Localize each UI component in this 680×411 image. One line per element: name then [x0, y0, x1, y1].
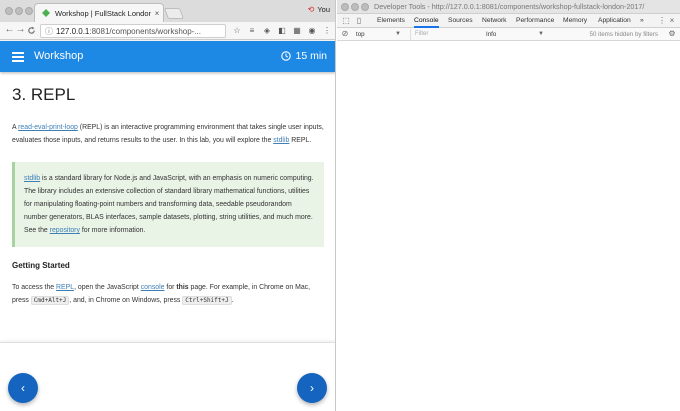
context-value: top — [356, 31, 365, 38]
devtools-titlebar: Developer Tools - http://127.0.0.1:8081/… — [337, 0, 680, 14]
hidden-items-count: 50 items hidden by filters — [589, 31, 658, 38]
access-paragraph: To access the REPL, open the JavaScript … — [12, 284, 311, 305]
reload-button[interactable] — [26, 24, 37, 38]
tab-application[interactable]: Application — [598, 14, 631, 28]
tab-strip: Workshop | FullStack London × ⟲ You — [0, 0, 335, 22]
tab-title: Workshop | FullStack London — [55, 8, 151, 18]
devtools-close-icon[interactable]: × — [667, 16, 677, 26]
page-title: 3. REPL — [12, 85, 76, 104]
tab-close-icon[interactable]: × — [151, 9, 163, 18]
clear-console-icon[interactable]: ⊘ — [340, 29, 350, 39]
previous-button[interactable]: ‹ — [8, 373, 38, 403]
footer-area — [0, 342, 335, 411]
screen: Workshop | FullStack London × ⟲ You ← → … — [0, 0, 680, 411]
timer-text: 15 min — [295, 50, 327, 62]
stdlib-link[interactable]: stdlib — [273, 137, 289, 144]
new-tab-button[interactable] — [163, 8, 185, 19]
repl-access-link[interactable]: REPL — [56, 284, 74, 291]
level-chevron-down-icon: ▼ — [538, 31, 544, 37]
address-bar[interactable]: ⓘ 127.0.0.1:8081/components/workshop-... — [40, 24, 226, 38]
maximize-window-button[interactable] — [25, 7, 33, 15]
timer: 15 min — [281, 50, 327, 62]
minimize-window-button[interactable] — [15, 7, 23, 15]
getting-started-heading: Getting Started — [12, 261, 70, 270]
back-button[interactable]: ← — [4, 24, 15, 35]
inspect-element-icon[interactable]: ⬚ — [341, 16, 351, 26]
stack-extension-icon[interactable]: ≡ — [247, 26, 257, 36]
hamburger-menu-icon[interactable] — [12, 52, 24, 62]
menu-dots-icon[interactable]: ⋮ — [322, 26, 332, 36]
url-text: 127.0.0.1:8081/components/workshop-... — [56, 26, 201, 36]
browser-window: Workshop | FullStack London × ⟲ You ← → … — [0, 0, 336, 411]
profile-name: You — [317, 5, 330, 14]
repository-link[interactable]: repository — [50, 227, 80, 234]
console-output[interactable] — [337, 41, 680, 411]
info-icon: ⓘ — [45, 26, 53, 36]
devtools-title: Developer Tools - http://127.0.0.1:8081/… — [374, 2, 645, 11]
app-header: Workshop 15 min — [0, 41, 335, 72]
callout-text: stdlib is a standard library for Node.js… — [24, 175, 314, 234]
profile-icon: ⟲ — [307, 5, 315, 14]
tab-console[interactable]: Console — [414, 14, 439, 28]
grid-extension-icon[interactable]: ▦ — [292, 26, 302, 36]
mac-shortcut: Cmd+Alt+J — [30, 296, 70, 305]
clock-icon — [281, 51, 292, 61]
intro-paragraph: A read-eval-print-loop (REPL) is an inte… — [12, 124, 324, 144]
lesson-content: 3. REPL A read-eval-print-loop (REPL) is… — [0, 72, 335, 342]
devtools-close-button[interactable] — [341, 3, 349, 11]
more-tabs-button[interactable]: » — [640, 14, 644, 28]
windows-shortcut: Ctrl+Shift+J — [182, 296, 232, 305]
devtools-tabbar: ⬚ ▯ Elements Console Sources Network Per… — [337, 14, 680, 28]
next-button[interactable]: › — [297, 373, 327, 403]
tab-memory[interactable]: Memory — [563, 14, 587, 28]
devtools-maximize-button[interactable] — [361, 3, 369, 11]
devtools-minimize-button[interactable] — [351, 3, 359, 11]
forward-button[interactable]: → — [15, 24, 26, 35]
tab-elements[interactable]: Elements — [377, 14, 405, 28]
device-toolbar-icon[interactable]: ▯ — [354, 16, 364, 26]
console-link[interactable]: console — [141, 284, 165, 291]
log-level-value: Info — [486, 31, 497, 38]
app-title: Workshop — [34, 50, 84, 62]
stdlib-callout: stdlib is a standard library for Node.js… — [12, 162, 324, 247]
browser-tab[interactable]: Workshop | FullStack London × — [34, 3, 164, 22]
console-filter-input[interactable]: Filter — [410, 29, 484, 40]
callout-stdlib-link[interactable]: stdlib — [24, 175, 40, 182]
reload-icon — [28, 26, 35, 34]
tab-performance[interactable]: Performance — [516, 14, 554, 28]
shield-extension-icon[interactable]: ◈ — [262, 26, 272, 36]
favicon-icon — [42, 9, 50, 17]
context-select[interactable]: top ▼ — [356, 30, 418, 39]
bookmark-star-icon[interactable]: ☆ — [232, 26, 242, 36]
tab-sources[interactable]: Sources — [448, 14, 473, 28]
browser-toolbar: ← → ⓘ 127.0.0.1:8081/components/workshop… — [0, 22, 335, 40]
profile-button[interactable]: ⟲ You — [308, 5, 330, 14]
console-settings-gear-icon[interactable]: ⚙ — [667, 29, 677, 39]
devtools-menu-icon[interactable]: ⋮ — [657, 16, 667, 26]
puzzle-extension-icon[interactable]: ◧ — [277, 26, 287, 36]
repl-link[interactable]: read-eval-print-loop — [18, 124, 78, 131]
close-window-button[interactable] — [5, 7, 13, 15]
console-toolbar: ⊘ top ▼ Filter Info ▼ 50 items hidden by… — [337, 28, 680, 41]
chevron-down-icon: ▼ — [395, 31, 401, 37]
pocket-extension-icon[interactable]: ◉ — [307, 26, 317, 36]
tab-network[interactable]: Network — [482, 14, 507, 28]
log-level-select[interactable]: Info ▼ — [486, 30, 546, 39]
devtools-window: Developer Tools - http://127.0.0.1:8081/… — [337, 0, 680, 411]
